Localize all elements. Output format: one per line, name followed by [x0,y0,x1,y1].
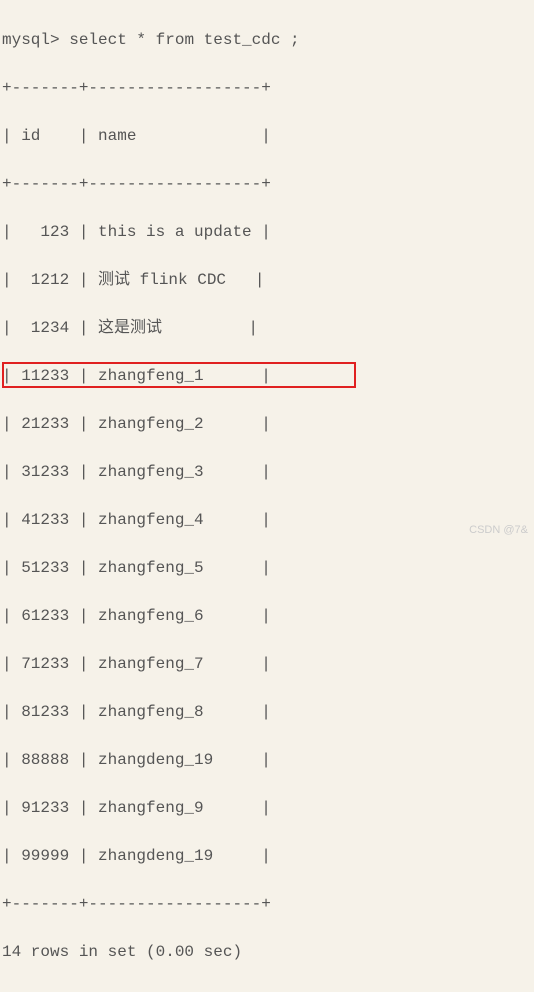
watermark: CSDN @7& [469,522,528,539]
table-row: | 1234 | 这是测试 | [2,316,532,340]
table-row: | 41233 | zhangfeng_4 | [2,508,532,532]
result-footer: 14 rows in set (0.00 sec) [2,940,532,964]
table-row: | 123 | this is a update | [2,220,532,244]
table-row: | 61233 | zhangfeng_6 | [2,604,532,628]
table-border-bot: +-------+------------------+ [2,892,532,916]
sql-query: select * from test_cdc ; [69,31,299,49]
table-row: | 1212 | 测试 flink CDC | [2,268,532,292]
table-row: | 51233 | zhangfeng_5 | [2,556,532,580]
table-header: | id | name | [2,124,532,148]
mysql-terminal: mysql> select * from test_cdc ; +-------… [0,0,534,992]
table-row: | 21233 | zhangfeng_2 | [2,412,532,436]
table-row: | 81233 | zhangfeng_8 | [2,700,532,724]
table-row: | 91233 | zhangfeng_9 | [2,796,532,820]
table-row: | 88888 | zhangdeng_19 | [2,748,532,772]
table-row: | 11233 | zhangfeng_1 | [2,364,532,388]
query-line: mysql> select * from test_cdc ; [2,28,532,52]
table-border-top: +-------+------------------+ [2,76,532,100]
table-row: | 71233 | zhangfeng_7 | [2,652,532,676]
table-border-mid: +-------+------------------+ [2,172,532,196]
mysql-prompt: mysql> [2,31,69,49]
table-row: | 99999 | zhangdeng_19 | [2,844,532,868]
table-row: | 31233 | zhangfeng_3 | [2,460,532,484]
